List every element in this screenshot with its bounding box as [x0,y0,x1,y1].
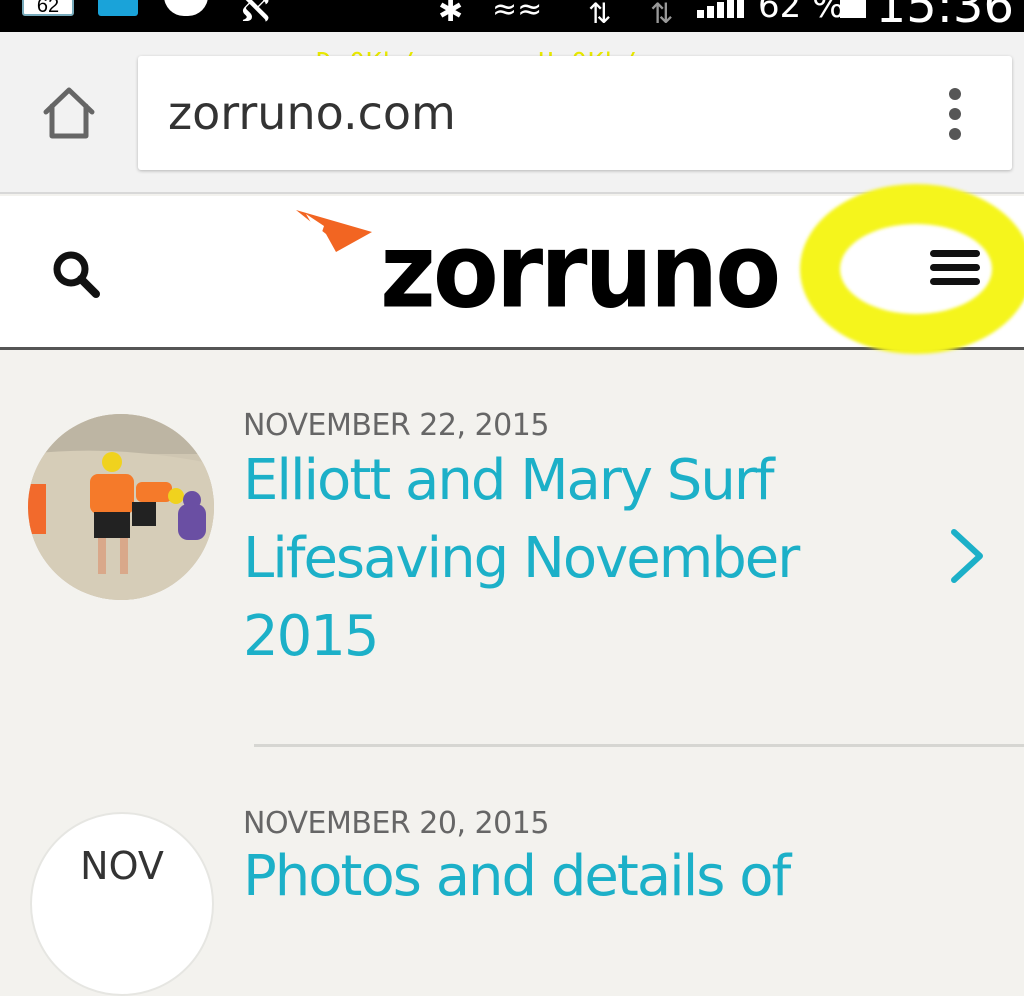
hamburger-line-icon [930,250,980,257]
clock: 15:36 [875,0,1014,32]
highlight-annotation [800,184,1024,354]
wifi-icon: ≈≈ [492,0,543,27]
battery-icon [840,0,866,18]
post-date: NOVEMBER 22, 2015 [243,408,549,443]
bluetooth-icon: ✱ [438,0,464,29]
post-title-link[interactable]: Photos and details of [243,838,1003,916]
address-bar[interactable]: zorruno.com [138,56,1012,170]
browser-menu-button[interactable] [942,88,968,144]
home-icon [43,87,95,139]
dot-icon [949,88,961,100]
status-bar: 62 ℵ ✱ ≈≈ ⇅ ⇅ 62 % 15:36 [0,0,1024,32]
dot-icon [949,128,961,140]
dot-icon [949,108,961,120]
hamburger-line-icon [930,278,980,285]
post-divider [254,744,1024,747]
notification-badge-text: 62 [36,0,60,17]
chevron-right-icon [951,529,983,583]
face-notification-icon [164,0,208,16]
glyph-notification-icon: ℵ [240,0,270,31]
signal-icon [697,0,745,18]
post-date: NOVEMBER 20, 2015 [243,806,549,841]
notification-badge: 62 [22,0,74,16]
post-date-circle[interactable]: NOV [30,812,214,996]
battery-percentage: 62 % [758,0,845,26]
url-text[interactable]: zorruno.com [168,86,456,140]
data-transfer-icon-2: ⇅ [650,0,674,30]
post-title-link[interactable]: Elliott and Mary Surf Lifesaving Novembe… [243,442,803,676]
post-open-button[interactable] [946,526,986,586]
home-button[interactable] [40,84,98,142]
browser-toolbar: D:0Kb/s U:0Kb/s zorruno.com [0,32,1024,194]
logo-text: zorruno [380,210,781,332]
date-circle-month: NOV [80,844,164,888]
app-notification-icon [98,0,138,16]
search-button[interactable] [50,248,102,300]
site-header: zorruno [0,184,1024,354]
post-thumbnail[interactable] [28,414,214,600]
beach-photo [28,414,214,600]
data-transfer-icon: ⇅ [588,0,612,30]
menu-button[interactable] [930,250,980,290]
fox-flag-icon [296,210,372,252]
hamburger-line-icon [930,264,980,271]
site-logo[interactable]: zorruno [296,208,781,330]
search-icon [53,251,100,298]
